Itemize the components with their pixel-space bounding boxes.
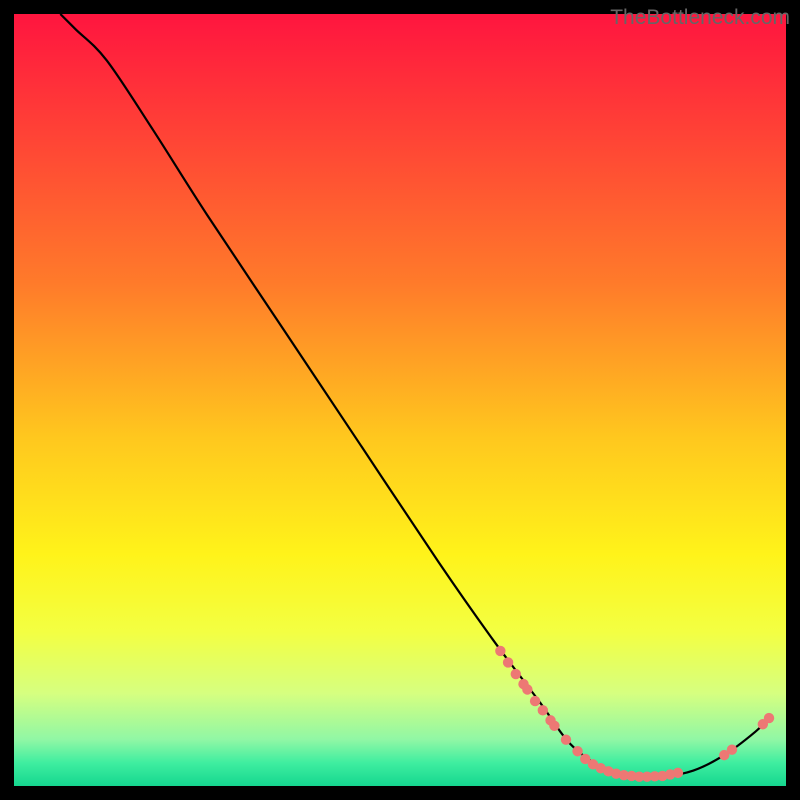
data-marker: [495, 646, 505, 656]
chart-container: [14, 14, 786, 786]
data-marker: [530, 696, 540, 706]
data-marker: [727, 745, 737, 755]
chart-svg: [14, 14, 786, 786]
data-marker: [503, 657, 513, 667]
data-marker: [511, 669, 521, 679]
watermark-text: TheBottleneck.com: [610, 6, 790, 30]
data-marker: [673, 768, 683, 778]
data-marker: [549, 721, 559, 731]
gradient-background: [14, 14, 786, 786]
data-marker: [522, 684, 532, 694]
data-marker: [572, 746, 582, 756]
data-marker: [561, 734, 571, 744]
data-marker: [764, 713, 774, 723]
data-marker: [538, 705, 548, 715]
